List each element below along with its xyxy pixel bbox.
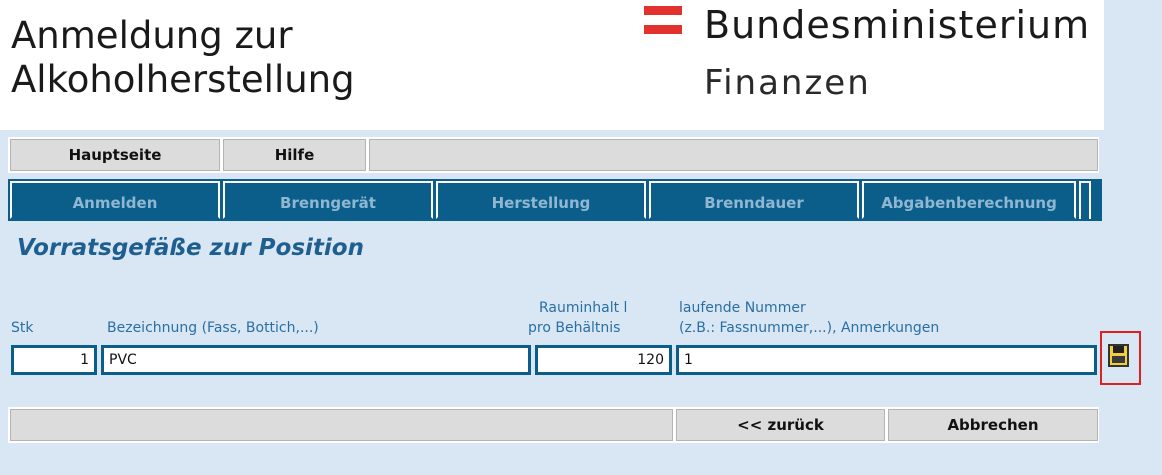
step-label: Herstellung	[485, 194, 597, 212]
step-label: Anmelden	[66, 194, 164, 212]
column-label-bezeichnung: Bezeichnung (Fass, Bottich,...)	[107, 320, 319, 336]
nummer-input[interactable]	[676, 345, 1097, 375]
nav-hilfe[interactable]: Hilfe	[223, 139, 366, 171]
top-navigation: Hauptseite Hilfe	[8, 137, 1099, 173]
column-label-rauminhalt-unit: pro Behältnis	[528, 320, 621, 336]
bezeichnung-input[interactable]	[101, 345, 531, 375]
column-label-rauminhalt: Rauminhalt l	[539, 300, 628, 316]
nav-hauptseite[interactable]: Hauptseite	[10, 139, 220, 171]
back-button[interactable]: << zurück	[676, 409, 885, 441]
stk-input[interactable]	[11, 345, 97, 375]
step-brenndauer[interactable]: Brenndauer	[649, 181, 859, 219]
bottom-filler	[10, 409, 673, 441]
step-end	[1079, 181, 1091, 219]
column-label-nummer-hint: (z.B.: Fassnummer,...), Anmerkungen	[679, 320, 940, 336]
ministry-department: Finanzen	[704, 63, 871, 103]
column-label-nummer: laufende Nummer	[679, 300, 806, 316]
step-brenngeraet[interactable]: Brenngerät	[223, 181, 433, 219]
step-label: Brenngerät	[274, 194, 382, 212]
nav-filler	[369, 139, 1098, 171]
column-label-stk: Stk	[11, 320, 34, 336]
step-abgabenberechnung[interactable]: Abgabenberechnung	[862, 181, 1076, 219]
cancel-button[interactable]: Abbrechen	[888, 409, 1098, 441]
rauminhalt-input[interactable]	[535, 345, 672, 375]
app-title: Anmeldung zur Alkoholherstellung	[11, 14, 355, 101]
section-title: Vorratsgefäße zur Position	[17, 235, 364, 261]
step-herstellung[interactable]: Herstellung	[436, 181, 646, 219]
step-anmelden[interactable]: Anmelden	[10, 181, 220, 219]
austria-flag-logo	[644, 6, 682, 34]
floppy-disk-icon	[1108, 344, 1129, 367]
step-label: Abgabenberechnung	[875, 194, 1063, 212]
page-header: Anmeldung zur Alkoholherstellung Bundesm…	[0, 0, 1104, 130]
ministry-name: Bundesministerium	[704, 3, 1091, 47]
step-navigation: Anmelden Brenngerät Herstellung Brenndau…	[8, 179, 1102, 221]
step-label: Brenndauer	[698, 194, 810, 212]
bottom-action-bar: << zurück Abbrechen	[8, 407, 1099, 443]
save-button[interactable]	[1100, 331, 1141, 385]
